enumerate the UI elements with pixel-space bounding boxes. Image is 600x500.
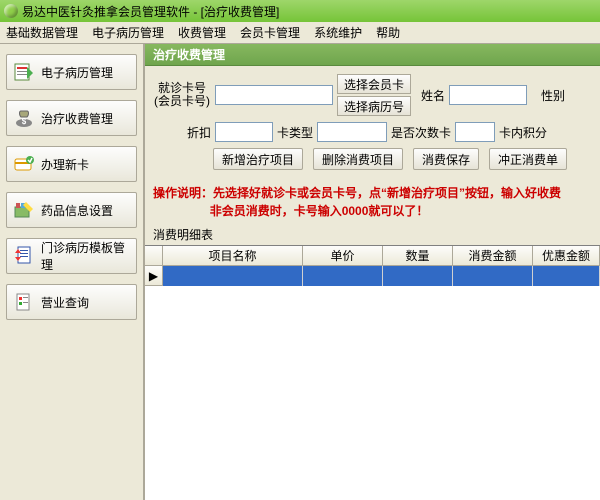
medicine-icon xyxy=(13,199,35,221)
menu-item[interactable]: 电子病历管理 xyxy=(92,24,164,41)
sidebar-item-label: 治疗收费管理 xyxy=(41,110,113,127)
row-indicator-icon: ▶ xyxy=(145,266,163,286)
menubar: 基础数据管理 电子病历管理 收费管理 会员卡管理 系统维护 帮助 xyxy=(0,22,600,44)
grid-col-amount[interactable]: 消费金额 xyxy=(453,246,533,266)
iscount-label: 是否次数卡 xyxy=(391,124,451,141)
discount-label: 折扣 xyxy=(153,124,211,141)
form-area: 就诊卡号 (会员卡号) 选择会员卡 选择病历号 姓名 性别 折扣 卡类型 是否次… xyxy=(145,66,600,182)
template-icon xyxy=(13,245,35,267)
menu-item[interactable]: 收费管理 xyxy=(178,24,226,41)
panel-title: 治疗收费管理 xyxy=(145,44,600,66)
save-button[interactable]: 消费保存 xyxy=(413,148,479,170)
menu-item[interactable]: 系统维护 xyxy=(314,24,362,41)
select-record-button[interactable]: 选择病历号 xyxy=(337,96,411,116)
grid-caption: 消费明细表 xyxy=(145,224,600,245)
reverse-button[interactable]: 冲正消费单 xyxy=(489,148,567,170)
titlebar: 易达中医针灸推拿会员管理软件 - [治疗收费管理] xyxy=(0,0,600,22)
detail-grid[interactable]: 项目名称 单价 数量 消费金额 优惠金额 ▶ xyxy=(145,245,600,500)
instruction-text: 操作说明：先选择好就诊卡或会员卡号，点“新增治疗项目”按钮，输入好收费 非会员消… xyxy=(145,182,600,224)
card-icon xyxy=(13,153,35,175)
card-label: 就诊卡号 (会员卡号) xyxy=(153,82,211,108)
grid-body[interactable] xyxy=(145,286,600,500)
sidebar-item-template[interactable]: 门诊病历模板管理 xyxy=(6,238,137,274)
card-number-input[interactable] xyxy=(215,85,333,105)
money-icon: $ xyxy=(13,107,35,129)
delete-item-button[interactable]: 删除消费项目 xyxy=(313,148,403,170)
sidebar-item-label: 药品信息设置 xyxy=(41,202,113,219)
grid-header: 项目名称 单价 数量 消费金额 优惠金额 xyxy=(145,246,600,266)
sidebar-item-billing[interactable]: $ 治疗收费管理 xyxy=(6,100,137,136)
gender-label: 性别 xyxy=(541,87,565,104)
query-icon xyxy=(13,291,35,313)
grid-col-price[interactable]: 单价 xyxy=(303,246,383,266)
sidebar: 电子病历管理 $ 治疗收费管理 办理新卡 药品信息设置 门诊病历模板管理 营业查… xyxy=(0,44,145,500)
sidebar-item-records[interactable]: 电子病历管理 xyxy=(6,54,137,90)
grid-corner xyxy=(145,246,163,266)
cardtype-input[interactable] xyxy=(317,122,387,142)
menu-item[interactable]: 基础数据管理 xyxy=(6,24,78,41)
add-item-button[interactable]: 新增治疗项目 xyxy=(213,148,303,170)
grid-col-name[interactable]: 项目名称 xyxy=(163,246,303,266)
sidebar-item-label: 门诊病历模板管理 xyxy=(41,239,130,273)
sidebar-item-label: 营业查询 xyxy=(41,294,89,311)
app-icon xyxy=(4,4,18,18)
menu-item[interactable]: 帮助 xyxy=(376,24,400,41)
svg-text:$: $ xyxy=(22,117,27,126)
name-input[interactable] xyxy=(449,85,527,105)
iscount-input[interactable] xyxy=(455,122,495,142)
cardtype-label: 卡类型 xyxy=(277,124,313,141)
grid-row-selected[interactable]: ▶ xyxy=(145,266,600,286)
sidebar-item-label: 办理新卡 xyxy=(41,156,89,173)
select-member-button[interactable]: 选择会员卡 xyxy=(337,74,411,94)
sidebar-item-query[interactable]: 营业查询 xyxy=(6,284,137,320)
grid-col-discount[interactable]: 优惠金额 xyxy=(533,246,600,266)
app-title: 易达中医针灸推拿会员管理软件 - [治疗收费管理] xyxy=(22,3,279,20)
sidebar-item-newcard[interactable]: 办理新卡 xyxy=(6,146,137,182)
points-label: 卡内积分 xyxy=(499,124,547,141)
name-label: 姓名 xyxy=(421,87,445,104)
discount-input[interactable] xyxy=(215,122,273,142)
records-icon xyxy=(13,61,35,83)
sidebar-item-label: 电子病历管理 xyxy=(41,64,113,81)
menu-item[interactable]: 会员卡管理 xyxy=(240,24,300,41)
grid-col-qty[interactable]: 数量 xyxy=(383,246,453,266)
sidebar-item-medicine[interactable]: 药品信息设置 xyxy=(6,192,137,228)
main-panel: 治疗收费管理 就诊卡号 (会员卡号) 选择会员卡 选择病历号 姓名 性别 折扣 xyxy=(145,44,600,500)
